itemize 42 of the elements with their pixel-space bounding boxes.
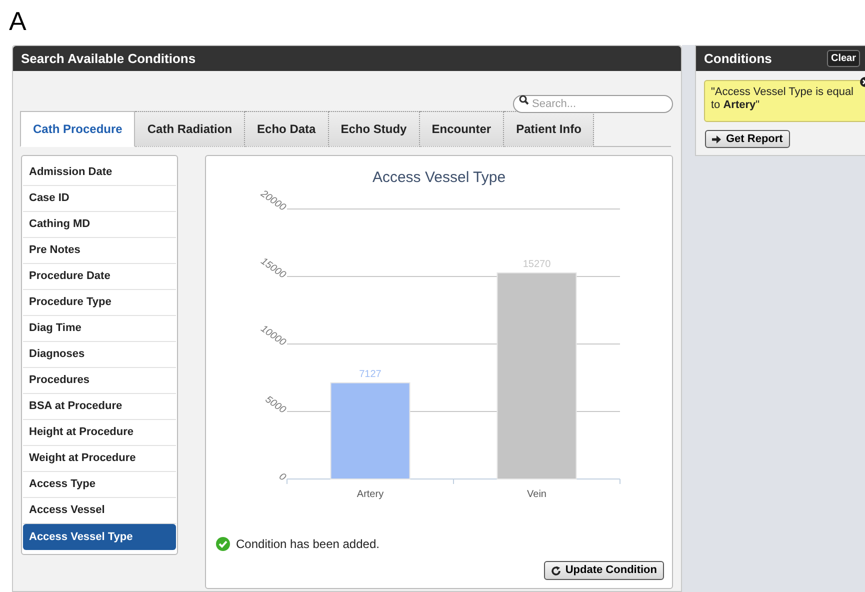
field-list-item[interactable]: Procedures: [23, 368, 176, 394]
bar[interactable]: [496, 272, 577, 480]
bar[interactable]: [330, 382, 410, 480]
field-list-item[interactable]: Height at Procedure: [23, 420, 176, 446]
y-tick-label: 5000: [263, 394, 288, 416]
data-label: 15270: [522, 258, 551, 270]
field-list-item[interactable]: Procedure Date: [23, 264, 176, 290]
field-list-item[interactable]: Access Vessel Type: [23, 524, 176, 550]
panel-title: Conditions: [704, 50, 772, 68]
field-list-item[interactable]: Procedure Type: [23, 290, 176, 316]
tab[interactable]: Echo Data: [245, 111, 329, 147]
refresh-icon: [551, 566, 562, 576]
field-list-item[interactable]: Diag Time: [23, 316, 176, 342]
tab[interactable]: Echo Study: [328, 111, 420, 147]
field-list-item[interactable]: Diagnoses: [23, 342, 176, 368]
y-tick-label: 0: [276, 471, 288, 484]
status-message: Condition has been added.: [236, 536, 380, 553]
tab[interactable]: Cath Radiation: [135, 111, 246, 147]
field-list-item[interactable]: Admission Date: [23, 160, 176, 186]
panel-title: Search Available Conditions: [21, 50, 196, 68]
x-tick-label: Vein: [527, 489, 546, 500]
field-list-item[interactable]: BSA at Procedure: [23, 394, 176, 420]
tab[interactable]: Patient Info: [504, 111, 594, 147]
get-report-button[interactable]: Get Report: [705, 130, 790, 148]
chart-title: Access Vessel Type: [372, 169, 506, 186]
tab[interactable]: Cath Procedure: [20, 111, 136, 147]
field-list-item[interactable]: Pre Notes: [23, 238, 176, 264]
condition-text: "Access Vessel Type is equal to Artery": [711, 86, 855, 112]
check-icon: [216, 537, 230, 551]
field-list-item[interactable]: Access Type: [23, 472, 176, 498]
arrow-icon: [712, 134, 721, 144]
tab[interactable]: Encounter: [420, 111, 504, 147]
field-list-item[interactable]: Case ID: [23, 186, 176, 212]
x-tick-label: Artery: [356, 489, 384, 500]
field-list-item[interactable]: Cathing MD: [23, 212, 176, 238]
field-list-item[interactable]: Weight at Procedure: [23, 446, 176, 472]
search-icon: [519, 95, 529, 105]
clear-button[interactable]: Clear: [826, 50, 860, 67]
data-label: 7127: [359, 368, 382, 380]
figure-label: A: [9, 6, 26, 36]
search-field[interactable]: Search...: [513, 95, 673, 113]
update-condition-button[interactable]: Update Condition: [544, 561, 664, 580]
